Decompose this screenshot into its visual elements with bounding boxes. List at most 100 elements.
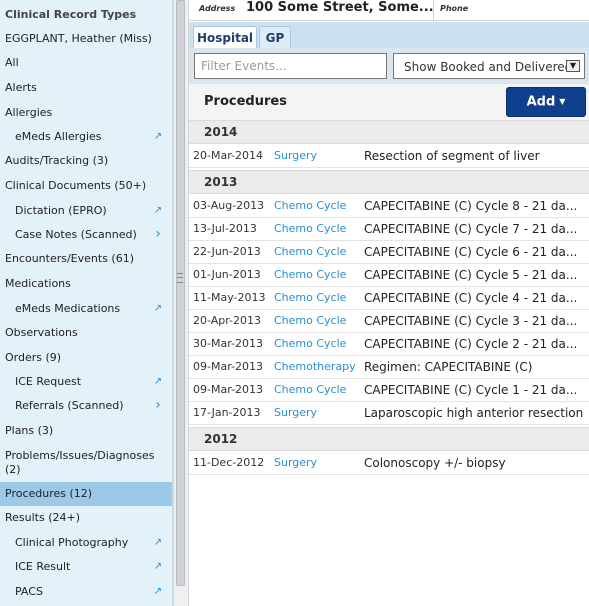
sidebar-item[interactable]: eMeds Allergies ↗ (0, 130, 172, 146)
sidebar-item-label: ICE Result (15, 560, 71, 573)
sidebar-item[interactable]: Alerts (0, 81, 172, 97)
sidebar-item-label: Problems/Issues/Diagnoses (2) (5, 449, 155, 476)
year-group-header: 2013 (189, 170, 589, 194)
sidebar-splitter[interactable] (173, 0, 189, 606)
sidebar-item[interactable]: Medications (0, 277, 172, 293)
event-type-link[interactable]: Chemo Cycle (274, 199, 346, 212)
patient-address-bar: Address 100 Some Street, Some... Phone (189, 0, 589, 21)
sidebar-scrollbar-thumb[interactable] (176, 0, 185, 586)
table-row[interactable]: 22-Jun-2013 Chemo Cycle CAPECITABINE (C) C… (189, 241, 589, 264)
event-description: CAPECITABINE (C) Cycle 5 - 21 da... (364, 268, 578, 282)
sidebar-item[interactable]: Referrals (Scanned) › (0, 398, 172, 415)
sidebar-item[interactable]: PACS ↗ (0, 585, 172, 601)
sidebar-item-label: Dictation (EPRO) (15, 204, 107, 217)
event-type-link[interactable]: Chemotherapy (274, 360, 356, 373)
table-row[interactable]: 20-Apr-2013 Chemo Cycle CAPECITABINE (C) C… (189, 310, 589, 333)
sidebar-item[interactable]: Results (24+) (0, 511, 172, 527)
event-type-link[interactable]: Surgery (274, 406, 317, 419)
event-date: 09-Mar-2013 (193, 383, 263, 396)
sidebar-item-label: Medications (5, 277, 71, 290)
sidebar-item[interactable]: ICE Request ↗ (0, 375, 172, 391)
event-description: Resection of segment of liver (364, 149, 540, 163)
tab-bar: Hospital GP (189, 22, 589, 49)
event-type-link[interactable]: Surgery (274, 456, 317, 469)
event-type-link[interactable]: Chemo Cycle (274, 245, 346, 258)
sidebar-item-label: Orders (9) (5, 351, 62, 364)
sidebar-item[interactable]: Dictation (EPRO) ↗ (0, 204, 172, 220)
event-description: CAPECITABINE (C) Cycle 3 - 21 da... (364, 314, 578, 328)
event-type-link[interactable]: Chemo Cycle (274, 314, 346, 327)
splitter-grip-icon[interactable] (177, 273, 183, 283)
year-group-header: 2014 (189, 120, 589, 144)
event-type-link[interactable]: Chemo Cycle (274, 337, 346, 350)
sidebar-item[interactable]: Allergies (0, 106, 172, 122)
filter-events-input[interactable] (194, 53, 387, 79)
external-link-icon[interactable]: ↗ (152, 537, 164, 549)
sidebar-item[interactable]: Problems/Issues/Diagnoses (2) (0, 448, 172, 478)
sidebar-item[interactable]: ICE Result ↗ (0, 560, 172, 576)
sidebar-item-label: eMeds Allergies (15, 130, 102, 143)
booked-delivered-select[interactable]: Show Booked and Delivered ▼ (393, 53, 585, 79)
sidebar-item[interactable]: Procedures (12) (0, 482, 172, 506)
external-link-icon[interactable]: ↗ (152, 303, 164, 315)
sidebar-item-label: Audits/Tracking (3) (5, 154, 109, 167)
year-group-header: 2012 (189, 427, 589, 451)
sidebar-item[interactable]: Audits/Tracking (3) (0, 154, 172, 170)
sidebar-item[interactable]: EGGPLANT, Heather (Miss) (0, 32, 172, 48)
year-label: 2014 (204, 125, 238, 139)
sidebar-item[interactable]: Clinical Documents (50+) (0, 179, 172, 195)
sidebar-item-label: Clinical Documents (50+) (5, 179, 147, 192)
table-row[interactable]: 09-Mar-2013 Chemotherapy Regimen: CAPECITA… (189, 356, 589, 379)
external-link-icon[interactable]: ↗ (152, 131, 164, 143)
sidebar-item[interactable]: All (0, 56, 172, 72)
address-label: Address (199, 4, 236, 13)
table-row[interactable]: 13-Jul-2013 Chemo Cycle CAPECITABINE (C) C… (189, 218, 589, 241)
sidebar-item[interactable]: Case Notes (Scanned) › (0, 227, 172, 244)
sidebar-item-label: eMeds Medications (15, 302, 121, 315)
table-row[interactable]: 03-Aug-2013 Chemo Cycle CAPECITABINE (C) C… (189, 195, 589, 218)
chevron-right-icon[interactable]: › (152, 398, 164, 412)
event-type-link[interactable]: Surgery (274, 149, 317, 162)
sidebar-item[interactable]: Encounters/Events (61) (0, 252, 172, 268)
event-date: 13-Jul-2013 (193, 222, 257, 235)
sidebar-item-label: Encounters/Events (61) (5, 252, 135, 265)
filter-row: Show Booked and Delivered ▼ (189, 48, 589, 84)
sidebar-item-label: Referrals (Scanned) (15, 399, 124, 412)
event-date: 20-Mar-2014 (193, 149, 263, 162)
chevron-right-icon[interactable]: › (152, 227, 164, 241)
table-row[interactable]: 11-May-2013 Chemo Cycle CAPECITABINE (C) C… (189, 287, 589, 310)
event-date: 17-Jan-2013 (193, 406, 261, 419)
sidebar-item[interactable]: eMeds Medications ↗ (0, 302, 172, 318)
sidebar-item[interactable]: Orders (9) (0, 351, 172, 367)
sidebar-item-label: Alerts (5, 81, 37, 94)
dropdown-arrow-icon[interactable]: ▼ (566, 60, 580, 72)
address-value: 100 Some Street, Some... (246, 0, 434, 15)
external-link-icon[interactable]: ↗ (152, 561, 164, 573)
event-type-link[interactable]: Chemo Cycle (274, 291, 346, 304)
caret-down-icon: ▼ (559, 97, 566, 106)
tab-hospital[interactable]: Hospital (193, 26, 257, 48)
event-date: 11-Dec-2012 (193, 456, 265, 469)
table-row[interactable]: 30-Mar-2013 Chemo Cycle CAPECITABINE (C) C… (189, 333, 589, 356)
table-row[interactable]: 20-Mar-2014 Surgery Resection of segment o… (189, 145, 589, 168)
event-description: CAPECITABINE (C) Cycle 6 - 21 da... (364, 245, 578, 259)
external-link-icon[interactable]: ↗ (152, 376, 164, 388)
event-type-link[interactable]: Chemo Cycle (274, 383, 346, 396)
tab-gp[interactable]: GP (259, 26, 291, 48)
sidebar-item[interactable]: Plans (3) (0, 424, 172, 440)
sidebar-item[interactable]: Observations (0, 326, 172, 342)
add-button[interactable]: Add ▼ (506, 87, 586, 117)
event-date: 30-Mar-2013 (193, 337, 263, 350)
external-link-icon[interactable]: ↗ (152, 205, 164, 217)
event-type-link[interactable]: Chemo Cycle (274, 222, 346, 235)
event-type-link[interactable]: Chemo Cycle (274, 268, 346, 281)
table-row[interactable]: 17-Jan-2013 Surgery Laparoscopic high ante… (189, 402, 589, 425)
external-link-icon[interactable]: ↗ (152, 586, 164, 598)
table-row[interactable]: 09-Mar-2013 Chemo Cycle CAPECITABINE (C) C… (189, 379, 589, 402)
table-row[interactable]: 11-Dec-2012 Surgery Colonoscopy +/- biopsy (189, 452, 589, 475)
sidebar-item[interactable]: Clinical Photography ↗ (0, 536, 172, 552)
table-row[interactable]: 01-Jun-2013 Chemo Cycle CAPECITABINE (C) C… (189, 264, 589, 287)
sidebar-item-label: Case Notes (Scanned) (15, 228, 137, 241)
booked-delivered-select-value: Show Booked and Delivered (404, 60, 573, 74)
sidebar-item-label: Procedures (12) (5, 487, 93, 500)
